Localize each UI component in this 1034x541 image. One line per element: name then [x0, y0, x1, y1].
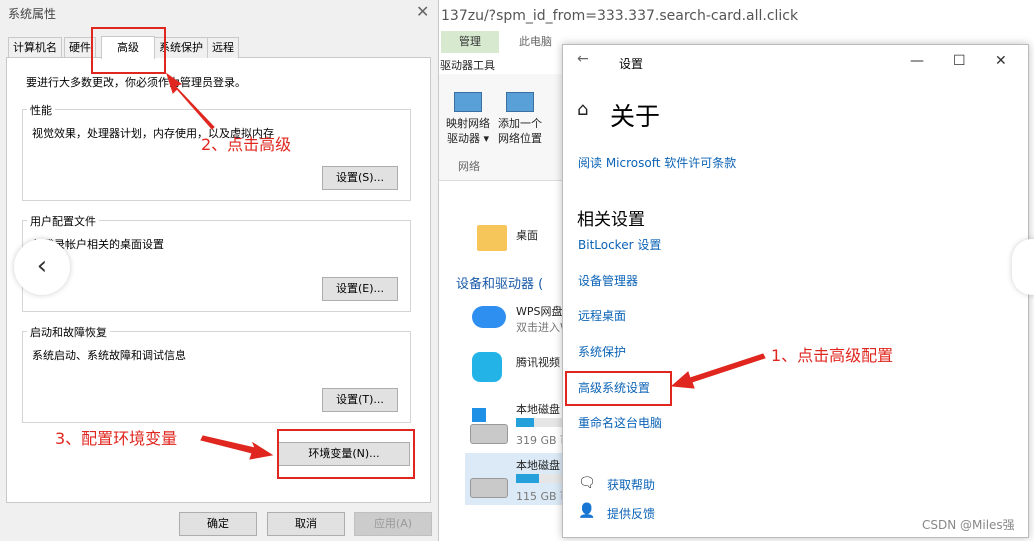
arrow-step3 — [200, 435, 274, 460]
carousel-prev-button[interactable]: ‹ — [14, 239, 70, 295]
arrow-step1 — [670, 353, 766, 389]
annotation-step2: 2、点击高级 — [201, 135, 292, 154]
watermark: CSDN @Miles强 — [922, 518, 1015, 532]
annotation-arrows — [166, 72, 766, 460]
annotation-step3: 3、配置环境变量 — [55, 429, 178, 448]
annotation-step1: 1、点击高级配置 — [771, 346, 894, 365]
arrow-step2 — [166, 72, 215, 130]
carousel-next-button[interactable] — [1012, 239, 1034, 295]
